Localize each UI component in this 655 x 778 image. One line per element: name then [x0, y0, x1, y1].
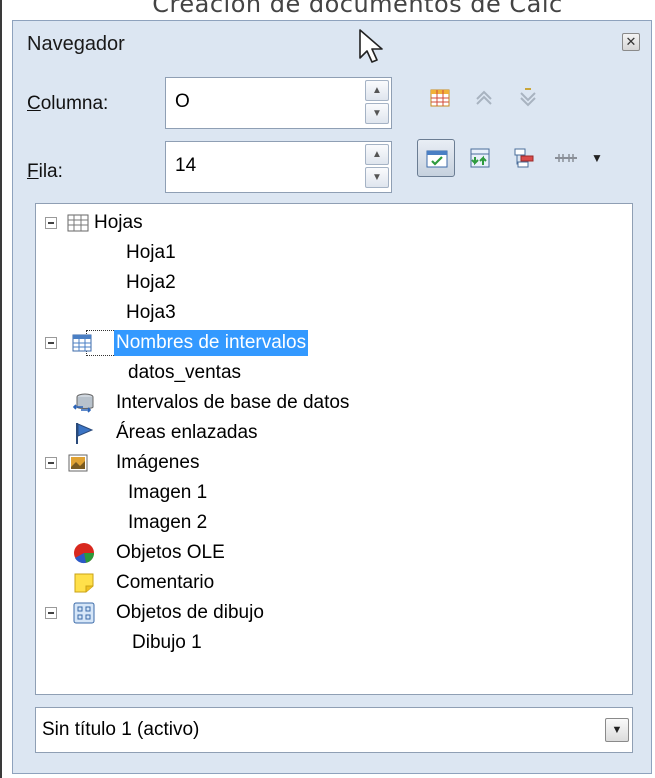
contents-toggle-button[interactable]	[417, 139, 455, 177]
scenarios-icon	[470, 148, 490, 168]
link-chain-icon	[555, 154, 577, 162]
column-label: Columna:	[27, 93, 109, 114]
tree-item-label: Hojas	[94, 212, 143, 233]
chevron-down-icon[interactable]: ▼	[591, 151, 603, 165]
start-icon	[476, 90, 492, 105]
row-label: Fila:	[27, 161, 63, 182]
row-up-button[interactable]: ▲	[365, 144, 389, 165]
link-chain-button[interactable]	[545, 139, 583, 177]
scenarios-button[interactable]	[461, 139, 499, 177]
tree-item-range-names[interactable]: Nombres de intervalos	[36, 328, 632, 358]
chevron-down-icon[interactable]: ▼	[605, 718, 629, 742]
tree-item-linked-areas[interactable]: Áreas enlazadas	[36, 418, 632, 448]
close-button[interactable]: ✕	[622, 33, 640, 51]
flag-icon	[76, 423, 94, 444]
row-input[interactable]: 14	[175, 155, 196, 177]
contents-toggle-icon	[426, 150, 448, 168]
tree-item-label: Objetos OLE	[116, 542, 225, 563]
tree-item-drawing-objects[interactable]: Objetos de dibujo	[36, 598, 632, 628]
column-input[interactable]: O	[175, 91, 190, 113]
tree-item-db-ranges[interactable]: Intervalos de base de datos	[36, 388, 632, 418]
document-select[interactable]: Sin título 1 (activo) ▼	[35, 707, 633, 753]
column-spinbox[interactable]: O ▲ ▼	[165, 77, 392, 129]
collapse-icon[interactable]	[45, 457, 57, 469]
drawing-objects-icon	[73, 602, 95, 624]
tree-item-label: Imágenes	[116, 452, 200, 473]
tree-item-label: Nombres de intervalos	[114, 330, 309, 356]
mouse-pointer-icon	[359, 29, 383, 63]
image-icon	[68, 454, 88, 472]
end-button[interactable]	[509, 79, 547, 117]
drag-mode-icon	[514, 148, 534, 168]
tree-item-label: Intervalos de base de datos	[116, 392, 350, 413]
row-down-button[interactable]: ▼	[365, 167, 389, 188]
document-select-value: Sin título 1 (activo)	[42, 719, 200, 740]
close-icon: ✕	[625, 34, 637, 49]
end-icon	[520, 88, 536, 107]
tree-item-sheets[interactable]: Hojas	[36, 208, 632, 238]
tree-item-label: Comentario	[116, 572, 215, 593]
column-up-button[interactable]: ▲	[365, 80, 389, 101]
tree-item-label: Áreas enlazadas	[116, 422, 258, 443]
start-button[interactable]	[465, 79, 503, 117]
collapse-icon[interactable]	[45, 337, 57, 349]
data-range-icon	[430, 89, 450, 107]
row-spinbox[interactable]: 14 ▲ ▼	[165, 141, 392, 193]
range-names-icon	[72, 334, 92, 352]
navigator-panel: Navegador ✕ Columna: O ▲ ▼ Fila: 14 ▲ ▼	[12, 20, 652, 774]
tree-item-images[interactable]: Imágenes	[36, 448, 632, 478]
column-down-button[interactable]: ▼	[365, 103, 389, 124]
comment-icon	[74, 573, 94, 593]
window-edge	[0, 0, 2, 778]
content-tree[interactable]: Hojas Hoja1 Hoja2 Hoja3 Nombres de inter…	[35, 203, 633, 695]
collapse-icon[interactable]	[45, 607, 57, 619]
navigator-title: Navegador	[27, 33, 125, 55]
tree-item-comments[interactable]: Comentario	[36, 568, 632, 598]
database-icon	[72, 393, 94, 413]
page-title: Creación de documentos de Calc	[152, 0, 563, 18]
tree-item-label: Objetos de dibujo	[116, 602, 264, 623]
data-range-button[interactable]	[421, 79, 459, 117]
ole-object-icon	[74, 543, 94, 564]
sheets-icon	[67, 214, 89, 232]
tree-item-ole-objects[interactable]: Objetos OLE	[36, 538, 632, 568]
collapse-icon[interactable]	[45, 217, 57, 229]
drag-mode-button[interactable]	[505, 139, 543, 177]
